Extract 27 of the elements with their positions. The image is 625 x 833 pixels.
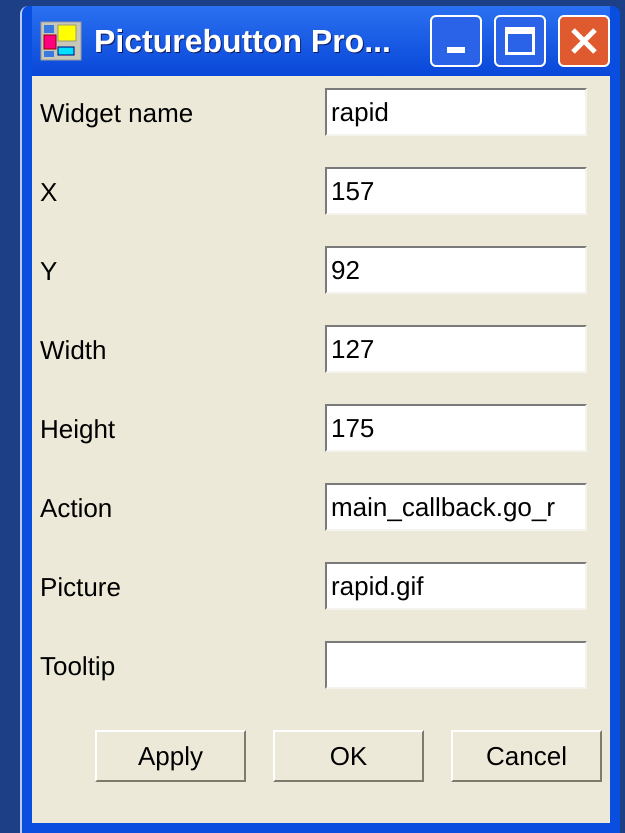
field-label: Picture	[40, 571, 122, 604]
input-field[interactable]: 175	[325, 404, 587, 452]
input-field[interactable]: rapid.gif	[325, 562, 587, 610]
window-title: Picturebutton Pro...	[94, 22, 392, 61]
field-label: Y	[40, 255, 58, 288]
maximize-icon	[505, 27, 535, 55]
input-field[interactable]: 157	[325, 167, 587, 215]
dialog-button[interactable]: Apply	[95, 730, 246, 782]
field-label: Tooltip	[40, 650, 116, 683]
field-label: X	[40, 176, 58, 209]
dialog-button[interactable]: Cancel	[451, 730, 602, 782]
app-icon	[40, 21, 82, 61]
minimize-icon	[447, 47, 465, 53]
maximize-button[interactable]	[494, 15, 546, 67]
field-label: Height	[40, 413, 116, 446]
input-field[interactable]	[325, 641, 587, 689]
minimize-button[interactable]	[430, 15, 482, 67]
field-label: Action	[40, 492, 114, 525]
field-label: Width	[40, 334, 108, 367]
input-field[interactable]: main_callback.go_r	[325, 483, 587, 531]
input-field[interactable]: 127	[325, 325, 587, 373]
field-label: Widget name	[40, 97, 194, 130]
close-icon	[570, 27, 598, 55]
input-field[interactable]: 92	[325, 246, 587, 294]
input-field[interactable]: rapid	[325, 88, 587, 136]
close-button[interactable]	[558, 15, 610, 67]
dialog-button[interactable]: OK	[273, 730, 424, 782]
